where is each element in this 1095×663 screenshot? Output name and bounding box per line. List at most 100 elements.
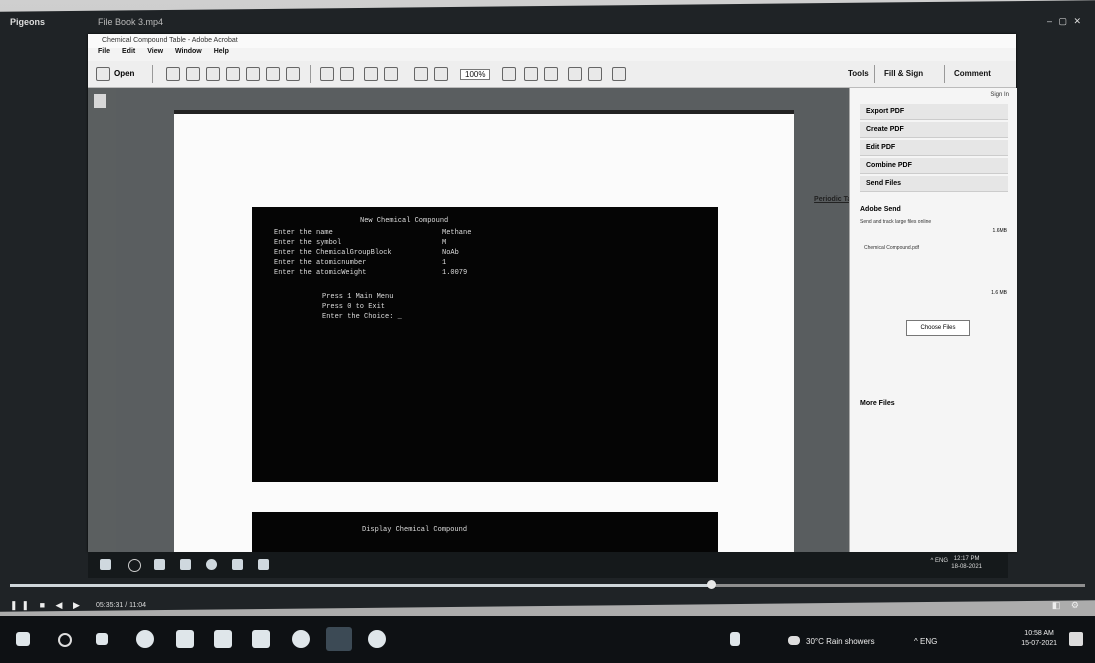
save-icon[interactable] bbox=[186, 67, 200, 81]
export-pdf-tool[interactable]: Export PDF bbox=[860, 104, 1008, 120]
player-controls: ❚❚ ■ ◀ ▶ 05:35:31 / 11:04 ◧ ⚙ bbox=[0, 596, 1095, 616]
zoom-in-icon[interactable] bbox=[434, 67, 448, 81]
adobe-send-description: Send and track large files online bbox=[860, 219, 932, 225]
zoom-select[interactable]: 100% bbox=[460, 69, 491, 80]
folder-icon[interactable] bbox=[252, 630, 270, 648]
system-tray[interactable]: ^ ENG bbox=[931, 558, 948, 564]
folder-icon[interactable] bbox=[180, 559, 191, 570]
seek-bar-progress bbox=[10, 584, 711, 587]
choose-files-button[interactable]: Choose Files bbox=[906, 320, 970, 336]
menu-view[interactable]: View bbox=[147, 48, 163, 55]
active-player-icon[interactable] bbox=[326, 627, 352, 651]
tool-label: Combine PDF bbox=[866, 162, 912, 169]
open-button[interactable]: Open bbox=[114, 69, 134, 78]
playback-time: 05:35:31 / 11:04 bbox=[96, 602, 147, 609]
menu-bar: File Edit View Window Help bbox=[88, 48, 1016, 60]
upload-icon[interactable] bbox=[226, 67, 240, 81]
fullscreen-icon[interactable]: ◧ ⚙ bbox=[1052, 600, 1083, 611]
combine-pdf-tool[interactable]: Combine PDF bbox=[860, 158, 1008, 174]
mail-icon[interactable] bbox=[176, 630, 194, 648]
search-icon[interactable] bbox=[286, 67, 300, 81]
attached-file[interactable]: Chemical Compound.pdf bbox=[864, 245, 919, 251]
windows-start-icon[interactable] bbox=[100, 559, 111, 570]
acrobat-title-bar: Chemical Compound Table - Adobe Acrobat bbox=[88, 34, 1016, 48]
zoom-out-icon[interactable] bbox=[414, 67, 428, 81]
open-icon[interactable] bbox=[96, 67, 110, 81]
task-view-icon[interactable] bbox=[154, 559, 165, 570]
chrome-icon[interactable] bbox=[206, 559, 217, 570]
console-field-value: Methane bbox=[442, 229, 472, 237]
menu-help[interactable]: Help bbox=[214, 48, 229, 55]
toolbar-divider bbox=[874, 65, 875, 83]
tools-tab[interactable]: Tools bbox=[848, 69, 869, 78]
weather-widget[interactable]: 30°C Rain showers bbox=[806, 637, 875, 646]
page-count bbox=[384, 67, 398, 81]
system-tray[interactable]: ^ ENG bbox=[914, 637, 937, 646]
more-files-link[interactable]: More Files bbox=[860, 400, 895, 407]
console-title: New Chemical Compound bbox=[360, 217, 449, 225]
edit-pdf-tool[interactable]: Edit PDF bbox=[860, 140, 1008, 156]
comment-tab[interactable]: Comment bbox=[954, 69, 991, 78]
search-icon[interactable] bbox=[128, 559, 141, 572]
app-icon[interactable] bbox=[368, 630, 386, 648]
page-thumbnails-icon[interactable] bbox=[94, 94, 106, 108]
create-pdf-tool[interactable]: Create PDF bbox=[860, 122, 1008, 138]
playback-buttons[interactable]: ❚❚ ■ ◀ ▶ bbox=[10, 600, 84, 611]
store-icon[interactable] bbox=[214, 630, 232, 648]
toolbar-divider bbox=[152, 65, 153, 83]
fit-page-icon[interactable] bbox=[502, 67, 516, 81]
sign-icon[interactable] bbox=[612, 67, 626, 81]
inner-taskbar: ^ ENG 12:17 PM 18-08-2021 bbox=[88, 552, 1008, 578]
tools-pane: Sign In Export PDF Create PDF Edit PDF C… bbox=[849, 88, 1017, 552]
console-field-label: Enter the atomicWeight bbox=[274, 269, 367, 277]
fill-sign-tab[interactable]: Fill & Sign bbox=[884, 69, 923, 78]
task-view-icon[interactable] bbox=[96, 633, 108, 645]
next-page-icon[interactable] bbox=[340, 67, 354, 81]
create-icon[interactable] bbox=[166, 67, 180, 81]
windows-start-icon[interactable] bbox=[16, 632, 30, 646]
menu-file[interactable]: File bbox=[98, 48, 110, 55]
clock-date: 15-07-2021 bbox=[1021, 640, 1057, 647]
menu-edit[interactable]: Edit bbox=[122, 48, 135, 55]
file-size: 1.6 MB bbox=[991, 290, 1007, 296]
notification-icon[interactable] bbox=[1069, 632, 1083, 646]
edit-icon[interactable] bbox=[206, 67, 220, 81]
print-icon[interactable] bbox=[246, 67, 260, 81]
send-files-tool[interactable]: Send Files bbox=[860, 176, 1008, 192]
page-number-field[interactable] bbox=[364, 67, 378, 81]
vertical-scrollbar[interactable] bbox=[790, 88, 846, 552]
toolbar-divider bbox=[944, 65, 945, 83]
clock-time: 10:58 AM bbox=[1024, 630, 1054, 637]
console-field-label: Enter the ChemicalGroupBlock bbox=[274, 249, 392, 257]
player-app-name: Pigeons bbox=[10, 17, 46, 27]
tool-label: Create PDF bbox=[866, 126, 904, 133]
prev-page-icon[interactable] bbox=[320, 67, 334, 81]
taskbar-clock[interactable]: 10:58 AM 15-07-2021 bbox=[1021, 629, 1057, 649]
seek-handle[interactable] bbox=[706, 580, 716, 589]
sign-in-link[interactable]: Sign In bbox=[990, 92, 1009, 98]
menu-window[interactable]: Window bbox=[175, 48, 202, 55]
console-screenshot-new-compound: New Chemical Compound Enter the name Met… bbox=[252, 207, 718, 482]
taskbar-clock[interactable]: 12:17 PM 18-08-2021 bbox=[951, 555, 982, 571]
email-icon[interactable] bbox=[266, 67, 280, 81]
search-icon[interactable] bbox=[58, 633, 72, 647]
console-option: Press 1 Main Menu bbox=[322, 293, 394, 301]
acrobat-icon[interactable] bbox=[232, 559, 243, 570]
adobe-send-limit: 1.6MB bbox=[992, 228, 1007, 234]
edge-icon[interactable] bbox=[136, 630, 154, 648]
chrome-icon[interactable] bbox=[292, 630, 310, 648]
select-icon[interactable] bbox=[524, 67, 538, 81]
pen-icon[interactable] bbox=[730, 632, 740, 646]
highlight-icon[interactable] bbox=[588, 67, 602, 81]
navigation-pane bbox=[88, 88, 116, 552]
toolbar-divider bbox=[310, 65, 311, 83]
acrobat-window-title: Chemical Compound Table - Adobe Acrobat bbox=[102, 37, 238, 44]
comment-icon[interactable] bbox=[568, 67, 582, 81]
toolbar: Open 100% Tools Fill & Sign Comment bbox=[88, 61, 1016, 88]
window-controls[interactable]: – ▢ ✕ bbox=[1047, 16, 1083, 27]
console-screenshot-display-compound: Display Chemical Compound bbox=[252, 512, 718, 552]
acrobat-window: Chemical Compound Table - Adobe Acrobat … bbox=[88, 34, 1017, 554]
console-field-label: Enter the name bbox=[274, 229, 333, 237]
app-icon[interactable] bbox=[258, 559, 269, 570]
hand-icon[interactable] bbox=[544, 67, 558, 81]
